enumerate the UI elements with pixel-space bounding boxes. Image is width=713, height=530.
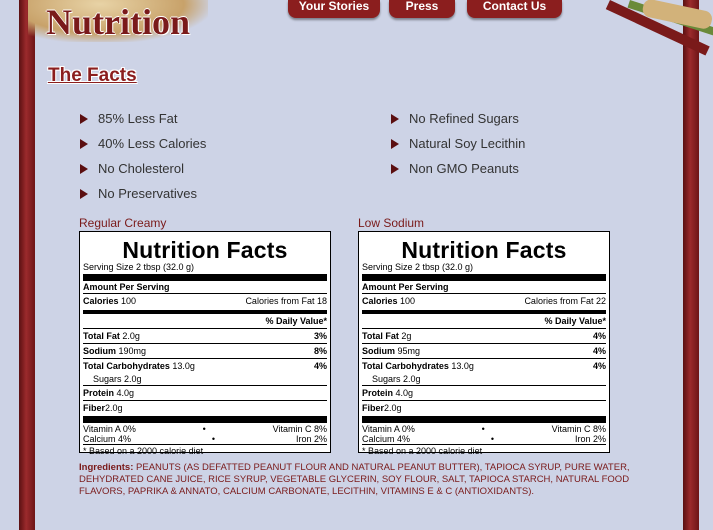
nutrient-row: Total Carbohydrates 13.0g 4% [83,361,327,371]
calories-row: Calories 100 Calories from Fat 22 [362,296,606,306]
section-title: The Facts [48,65,137,86]
serving-size: Serving Size 2 tbsp (32.0 g) [83,262,195,272]
nutrition-facts-regular: Nutrition Facts Serving Size 2 tbsp (32.… [79,231,331,456]
fact-item: No Refined Sugars [391,111,525,136]
nav-press[interactable]: Press [389,0,455,18]
serving-size: Serving Size 2 tbsp (32.0 g) [362,262,474,272]
page-title: Nutrition [46,2,190,42]
ingredients-text: Ingredients: PEANUTS (AS DEFATTED PEANUT… [79,462,630,497]
bullet-arrow-icon [80,189,88,199]
fact-item: Natural Soy Lecithin [391,136,525,161]
bullet-arrow-icon [80,114,88,124]
nutrient-row: Sodium 95mg 4% [362,344,606,359]
nutrient-row: Total Fat 2.0g 3% [83,329,327,344]
nutrient-row: Sodium 190mg 8% [83,344,327,359]
facts-list-right: No Refined Sugars Natural Soy Lecithin N… [391,111,525,186]
bullet-arrow-icon [391,139,399,149]
label-heading-low-sodium: Low Sodium [358,216,425,230]
facts-list-left: 85% Less Fat 40% Less Calories No Choles… [80,111,206,211]
fact-item: 40% Less Calories [80,136,206,161]
fact-item: 85% Less Fat [80,111,206,136]
nf-title: Nutrition Facts [401,237,567,263]
right-border [683,0,699,530]
nutrition-facts-low-sodium: Nutrition Facts Serving Size 2 tbsp (32.… [358,231,610,456]
bullet-arrow-icon [80,164,88,174]
nav-contact-us[interactable]: Contact Us [467,0,562,18]
calories-row: Calories 100 Calories from Fat 18 [83,296,327,306]
nf-title: Nutrition Facts [122,237,288,263]
left-border [19,0,35,530]
bullet-arrow-icon [391,164,399,174]
corner-decoration [590,0,713,60]
bullet-arrow-icon [391,114,399,124]
label-heading-regular: Regular Creamy [79,216,167,230]
nutrient-row: Total Carbohydrates 13.0g 4% [362,361,606,371]
nutrient-row: Total Fat 2g 4% [362,329,606,344]
bullet-arrow-icon [80,139,88,149]
fact-item: No Cholesterol [80,161,206,186]
fact-item: No Preservatives [80,186,206,211]
fact-item: Non GMO Peanuts [391,161,525,186]
nav-your-stories[interactable]: Your Stories [288,0,380,18]
